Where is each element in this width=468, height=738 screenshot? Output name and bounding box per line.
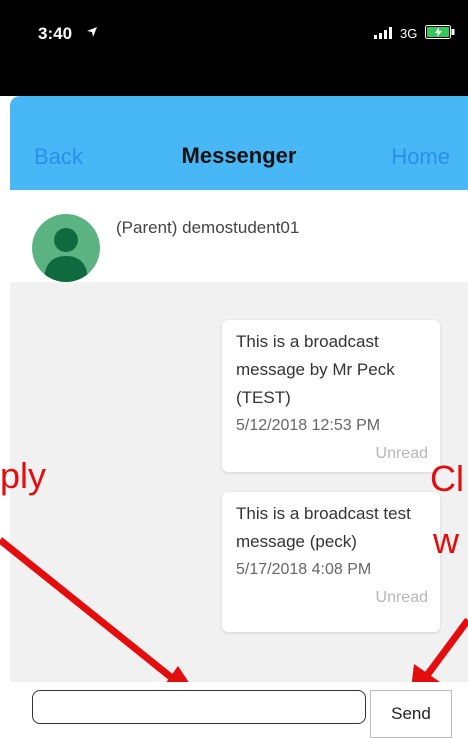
message-text: This is a broadcast message by Mr Peck (… — [236, 332, 395, 407]
reply-input[interactable] — [32, 690, 366, 724]
message-status: Unread — [375, 445, 428, 462]
message-status: Unread — [375, 589, 428, 606]
annotation-text-right: w — [433, 520, 459, 561]
nav-bar: Back Messenger Home — [10, 96, 468, 190]
contact-name: (Parent) demostudent01 — [116, 218, 300, 237]
network-type: 3G — [400, 26, 418, 41]
message-timestamp: 5/12/2018 12:53 PM — [236, 417, 381, 434]
signal-bars-icon — [374, 27, 392, 39]
person-avatar-icon — [32, 214, 100, 282]
message-timestamp: 5/17/2018 4:08 PM — [236, 561, 372, 578]
message-thread[interactable]: This is a broadcast message by Mr Peck (… — [10, 282, 468, 682]
status-bar: 3:40 3G — [0, 0, 468, 96]
message-bubble: This is a broadcast message by Mr Peck (… — [222, 320, 440, 472]
composer: Send — [0, 682, 468, 738]
contact-header: (Parent) demostudent01 — [0, 190, 468, 282]
message-bubble: This is a broadcast test message (peck) … — [222, 492, 440, 632]
status-time: 3:40 — [38, 24, 73, 43]
location-arrow-icon — [87, 27, 97, 37]
battery-charging-icon — [425, 25, 455, 39]
annotation-text-right: Cl — [430, 458, 464, 499]
send-button[interactable]: Send — [370, 690, 452, 738]
message-text: This is a broadcast test message (peck) — [236, 504, 411, 551]
home-button[interactable]: Home — [391, 144, 450, 170]
annotation-text-left: ply — [0, 455, 47, 496]
